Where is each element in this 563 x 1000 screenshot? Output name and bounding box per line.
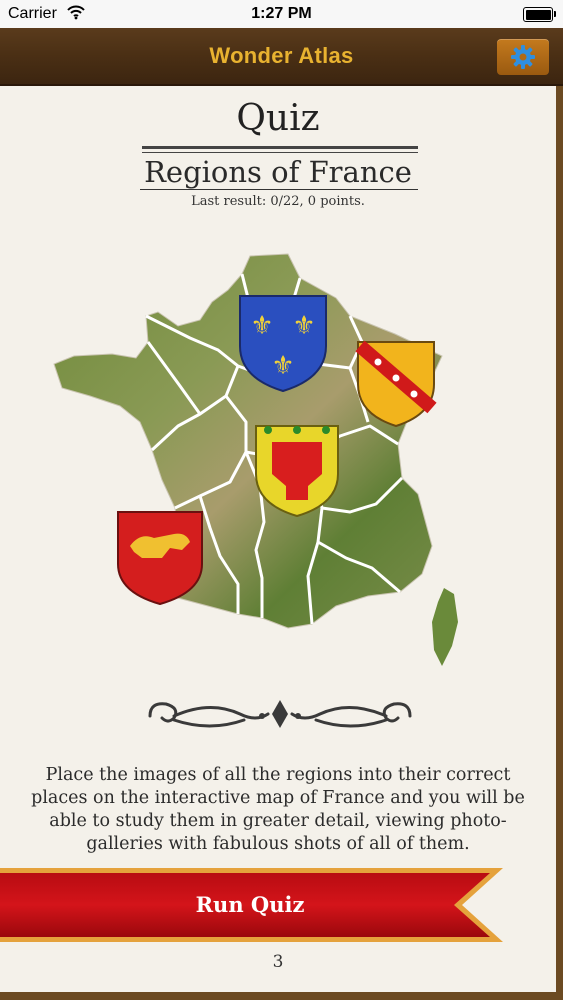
france-regions-map[interactable]: ⚜ ⚜ ⚜	[50, 246, 470, 671]
decorative-ornament	[148, 700, 412, 728]
auvergne-shield[interactable]	[255, 425, 339, 518]
gear-icon	[511, 45, 535, 69]
svg-text:⚜: ⚜	[250, 311, 273, 341]
status-bar: Carrier 1:27 PM	[0, 0, 563, 28]
navigation-bar: Wonder Atlas	[0, 28, 563, 86]
battery-icon	[523, 7, 556, 22]
page-title: Quiz	[236, 98, 320, 139]
clock: 1:27 PM	[251, 5, 312, 22]
quiz-page: Quiz Regions of France Last result: 0/22…	[0, 86, 563, 1000]
app-title: Wonder Atlas	[209, 43, 354, 68]
svg-text:⚜: ⚜	[271, 351, 294, 381]
run-quiz-button[interactable]: Run Quiz	[0, 868, 503, 942]
title-divider	[142, 146, 418, 153]
settings-button[interactable]	[497, 39, 549, 75]
page-subtitle: Regions of France	[144, 155, 412, 189]
run-quiz-label: Run Quiz	[195, 892, 305, 917]
svg-text:⚜: ⚜	[292, 311, 315, 341]
quiz-description: Place the images of all the regions into…	[31, 765, 525, 854]
page-number: 3	[272, 952, 284, 972]
aquitaine-lion-shield[interactable]	[117, 511, 203, 606]
subtitle-divider	[140, 189, 418, 190]
last-result-text: Last result: 0/22, 0 points.	[191, 194, 365, 209]
